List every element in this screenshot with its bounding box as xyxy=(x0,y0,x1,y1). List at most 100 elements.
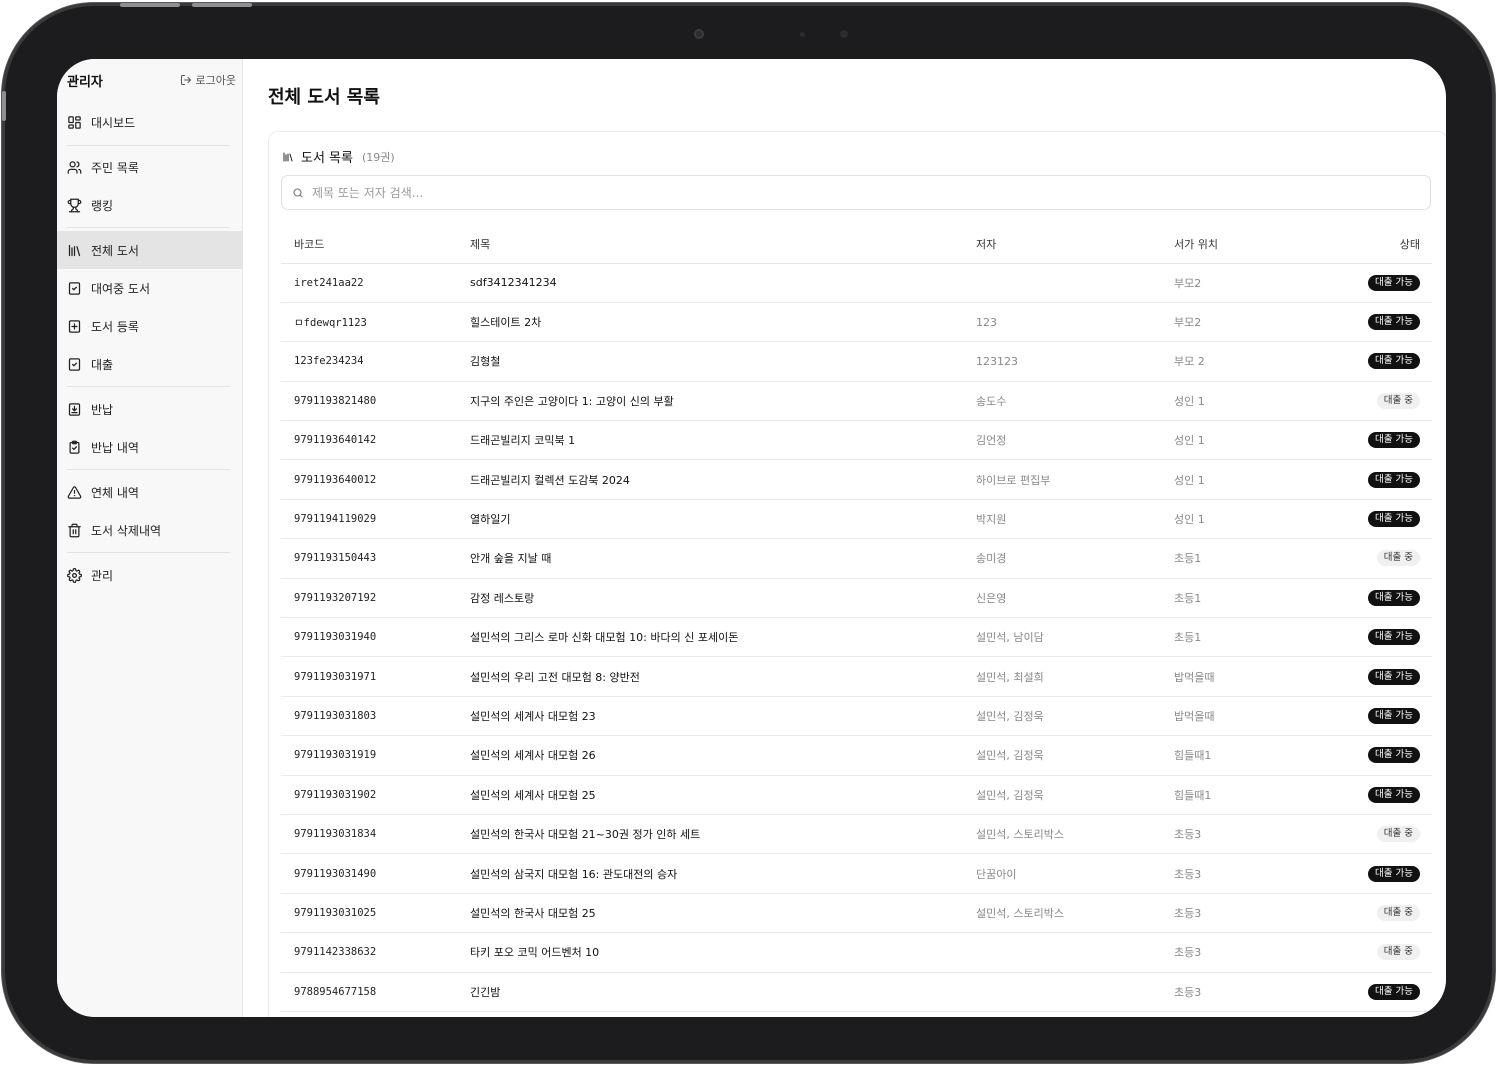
table-row[interactable]: 9788954677158 긴긴밤 초등3 대출 가능 xyxy=(281,972,1432,1012)
column-header-status[interactable]: 상태 xyxy=(1314,225,1432,264)
barcode-cell: iret241aa22 xyxy=(281,263,470,303)
status-badge: 대출 가능 xyxy=(1368,983,1420,1000)
title-cell: 긴긴밤 xyxy=(470,972,976,1012)
logout-button[interactable]: 로그아웃 xyxy=(180,72,236,88)
sidebar-item-ranking[interactable]: 랭킹 xyxy=(57,186,243,224)
sidebar-item-label: 반납 내역 xyxy=(91,440,139,455)
column-header-author[interactable]: 저자 xyxy=(976,225,1174,264)
status-cell: 대출 가능 xyxy=(1314,617,1432,658)
barcode-cell: 9791193207192 xyxy=(281,578,470,619)
status-cell: 대출 가능 xyxy=(1314,420,1432,461)
table-row[interactable]: 9791193150443 안개 숲을 지날 때 송미경 초등1 대출 중 xyxy=(281,538,1432,579)
barcode-cell: 123fe234234 xyxy=(281,341,470,382)
table-row[interactable]: 9791193640012 드래곤빌리지 컬렉션 도감북 2024 하이브로 편집부… xyxy=(281,459,1432,500)
volume-button xyxy=(120,3,180,7)
sidebar-item-dashboard[interactable]: 대시보드 xyxy=(57,103,243,141)
table-row[interactable]: 9791193821480 지구의 주인은 고양이다 1: 고양이 신의 부활 송도… xyxy=(281,381,1432,422)
sidebar-item-label: 도서 삭제내역 xyxy=(91,523,162,538)
sidebar-item-residents[interactable]: 주민 목록 xyxy=(57,148,243,186)
author-cell: 설민석, 김정욱 xyxy=(976,775,1174,815)
status-badge: 대출 가능 xyxy=(1368,668,1420,685)
shelf-cell: 성인 1 xyxy=(1174,459,1314,500)
shelf-cell: 초등3 xyxy=(1174,893,1314,934)
barcode-cell: 9791193640142 xyxy=(281,420,470,461)
shelf-cell: 초등1 xyxy=(1174,617,1314,658)
table-row[interactable]: ㅁfdewqr1123 힐스테이트 2차 123 부모2 대출 가능 xyxy=(281,302,1432,343)
title-cell: sdf3412341234 xyxy=(470,263,976,303)
search-icon xyxy=(293,187,303,198)
table-row[interactable]: 9791193031971 설민석의 우리 고전 대모험 8: 양반전 설민석, 최… xyxy=(281,656,1432,697)
table-row[interactable]: 9791193031834 설민석의 한국사 대모험 21~30권 정가 인하 세… xyxy=(281,814,1432,855)
shelf-cell: 초등3 xyxy=(1174,932,1314,973)
column-header-shelf[interactable]: 서가 위치 xyxy=(1174,225,1314,264)
table-row[interactable]: 9791194119029 열하일기 박지원 성인 1 대출 가능 xyxy=(281,499,1432,540)
status-cell: 대출 중 xyxy=(1314,893,1432,934)
title-cell: 김형철 xyxy=(470,341,976,382)
shelf-cell: 성인 1 xyxy=(1174,420,1314,461)
author-cell: 송미경 xyxy=(976,538,1174,579)
gear-icon xyxy=(67,567,82,583)
dashboard-icon xyxy=(68,115,81,129)
volume-button xyxy=(192,3,252,7)
status-badge: 대출 가능 xyxy=(1368,707,1420,724)
title-cell: 힐스테이트 2차 xyxy=(470,302,976,343)
status-badge: 대출 가능 xyxy=(1368,511,1420,528)
table-row[interactable]: 9791193031940 설민석의 그리스 로마 신화 대모험 10: 바다의 … xyxy=(281,617,1432,658)
library-icon xyxy=(283,152,293,161)
sidebar-item-checkout[interactable]: 대출 xyxy=(57,345,243,383)
sensor xyxy=(840,30,848,38)
table-row[interactable]: 9791193031025 설민석의 한국사 대모험 25 설민석, 스토리박스 초등… xyxy=(281,893,1432,934)
table-row[interactable]: 9791142338632 타키 포오 코믹 어드벤처 10 초등3 대출 중 xyxy=(281,932,1432,973)
sidebar-item-all-books[interactable]: 전체 도서 xyxy=(57,231,243,269)
search-input[interactable] xyxy=(312,185,1412,200)
barcode-cell: 9791193031940 xyxy=(281,617,470,658)
table-row[interactable]: 9791193031902 설민석의 세계사 대모험 25 설민석, 김정욱 힘들때1… xyxy=(281,775,1432,815)
barcode-cell: 9791193031803 xyxy=(281,696,470,737)
table-row[interactable]: iret241aa22 sdf3412341234 부모2 대출 가능 xyxy=(281,263,1432,303)
clipboard-check-icon xyxy=(68,357,81,371)
author-cell: 송도수 xyxy=(976,381,1174,422)
author-cell xyxy=(976,932,1174,973)
logout-icon xyxy=(180,75,191,85)
column-header-barcode[interactable]: 바코드 xyxy=(281,225,470,264)
status-cell: 대출 가능 xyxy=(1314,735,1432,776)
status-badge: 대출 중 xyxy=(1376,826,1420,843)
status-cell: 대출 중 xyxy=(1314,381,1432,422)
sidebar-item-deleted-books[interactable]: 도서 삭제내역 xyxy=(57,511,243,549)
sidebar-item-overdue[interactable]: 연체 내역 xyxy=(57,473,243,511)
clipboard-check-icon xyxy=(68,281,81,295)
sensor xyxy=(800,32,805,37)
search-box[interactable] xyxy=(281,175,1431,210)
sidebar-item-return[interactable]: 반납 xyxy=(57,390,243,428)
status-cell: 대출 중 xyxy=(1314,814,1432,855)
divider xyxy=(67,145,230,146)
title-cell: 설민석의 삼국지 대모험 16: 관도대전의 승자 xyxy=(470,853,976,894)
status-cell: 대출 가능 xyxy=(1314,972,1432,1012)
sidebar-item-label: 관리 xyxy=(91,568,114,583)
warning-icon xyxy=(67,485,82,499)
status-badge: 대출 중 xyxy=(1376,904,1420,921)
table-row[interactable]: 9791193031490 설민석의 삼국지 대모험 16: 관도대전의 승자 단꿈… xyxy=(281,853,1432,894)
status-cell: 대출 가능 xyxy=(1314,341,1432,382)
table-row[interactable]: 9791193640142 드래곤빌리지 코믹북 1 김언정 성인 1 대출 가능 xyxy=(281,420,1432,461)
sidebar-item-return-history[interactable]: 반납 내역 xyxy=(57,428,243,466)
barcode-cell: ㅁfdewqr1123 xyxy=(281,302,470,343)
title-cell: 설민석의 한국사 대모험 21~30권 정가 인하 세트 xyxy=(470,814,976,855)
status-badge: 대출 가능 xyxy=(1368,274,1420,291)
author-cell: 김언정 xyxy=(976,420,1174,461)
status-cell: 대출 가능 xyxy=(1314,263,1432,303)
sidebar-item-loaned-books[interactable]: 대여중 도서 xyxy=(57,269,243,307)
sidebar: 관리자 로그아웃 대시보드 주민 목록 랭킹 전체 도서 대여중 도서 도서 등… xyxy=(57,59,243,1017)
barcode-cell: 9791193640012 xyxy=(281,459,470,500)
table-row[interactable]: 123fe234234 김형철 123123 부모 2 대출 가능 xyxy=(281,341,1432,382)
sidebar-item-settings[interactable]: 관리 xyxy=(57,556,243,594)
author-cell xyxy=(976,263,1174,303)
column-header-title[interactable]: 제목 xyxy=(470,225,976,264)
table-row[interactable]: 9791193031919 설민석의 세계사 대모험 26 설민석, 김정욱 힘들때1… xyxy=(281,735,1432,776)
sidebar-item-register-book[interactable]: 도서 등록 xyxy=(57,307,243,345)
author-cell: 박지원 xyxy=(976,499,1174,540)
table-row[interactable]: 9791193031803 설민석의 세계사 대모험 23 설민석, 김정욱 밥먹을때… xyxy=(281,696,1432,737)
sidebar-item-label: 반납 xyxy=(91,402,114,417)
table-row[interactable]: 9791193207192 감정 레스토랑 신은영 초등1 대출 가능 xyxy=(281,578,1432,619)
barcode-cell: 9791193031919 xyxy=(281,735,470,776)
